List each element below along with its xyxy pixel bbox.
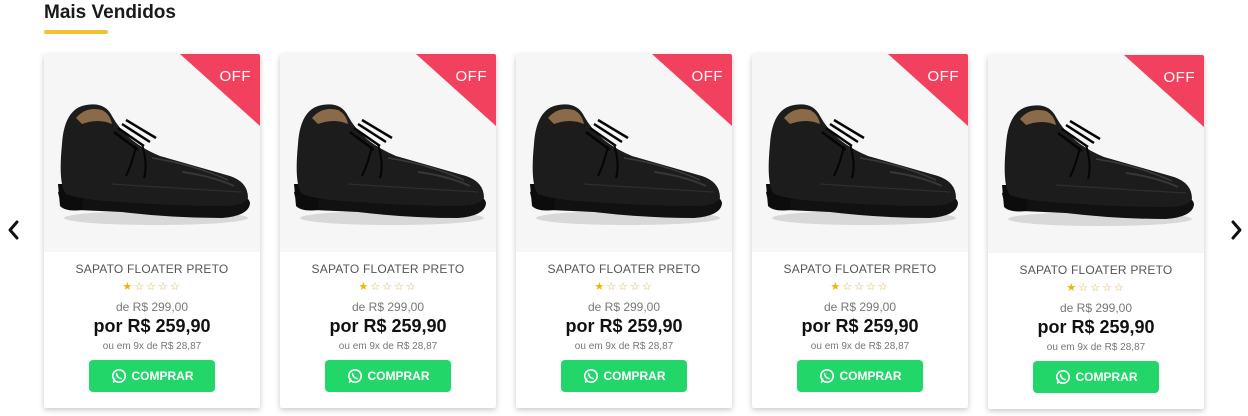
buy-button-label: COMPRAR	[839, 369, 902, 383]
old-price: de R$ 299,00	[823, 300, 897, 314]
current-price: por R$ 259,90	[565, 316, 683, 336]
carousel-next-button[interactable]	[1224, 216, 1248, 244]
star-empty-icon: ☆	[134, 281, 147, 293]
current-price: por R$ 259,90	[801, 316, 919, 336]
star-empty-icon: ☆	[1078, 282, 1091, 294]
whatsapp-icon	[819, 369, 834, 383]
ribbon-shape	[180, 54, 260, 126]
ribbon-shape	[888, 54, 968, 126]
star-filled-icon: ★	[830, 281, 843, 293]
off-badge: OFF	[416, 54, 496, 126]
buy-button[interactable]: COMPRAR	[797, 360, 923, 392]
star-empty-icon: ☆	[382, 281, 394, 293]
ribbon-shape	[652, 54, 732, 126]
off-badge: OFF	[652, 54, 732, 126]
product-image[interactable]: OFF	[752, 54, 968, 252]
product-image[interactable]: OFF	[44, 54, 260, 252]
rating-stars: ★☆☆☆☆	[516, 280, 732, 293]
product-name[interactable]: SAPATO FLOATER PRETO	[752, 262, 968, 276]
product-image[interactable]: OFF	[280, 54, 496, 252]
whatsapp-icon	[111, 369, 126, 383]
installments: ou em 9x de R$ 28,87	[338, 341, 438, 352]
star-filled-icon: ★	[358, 281, 371, 293]
star-empty-icon: ☆	[842, 281, 855, 293]
old-price: de R$ 299,00	[351, 300, 425, 314]
title-underline	[44, 30, 108, 34]
buy-button-label: COMPRAR	[367, 369, 430, 383]
off-badge: OFF	[1124, 55, 1204, 127]
product-card[interactable]: OFF SAPATO FLOATER PRETO ★☆☆☆☆ de R$ 299…	[988, 55, 1204, 409]
off-badge-label: OFF	[1163, 69, 1195, 86]
chevron-left-icon	[8, 220, 19, 240]
star-filled-icon: ★	[594, 281, 607, 293]
off-badge-label: OFF	[219, 68, 251, 85]
current-price: por R$ 259,90	[1037, 317, 1155, 337]
current-price: por R$ 259,90	[329, 316, 447, 336]
star-empty-icon: ☆	[1101, 282, 1114, 294]
star-empty-icon: ☆	[877, 281, 890, 293]
off-badge-label: OFF	[927, 68, 959, 85]
whatsapp-icon	[1055, 370, 1070, 384]
star-empty-icon: ☆	[618, 281, 630, 293]
buy-button[interactable]: COMPRAR	[325, 360, 451, 392]
star-empty-icon: ☆	[1090, 282, 1102, 294]
buy-button[interactable]: COMPRAR	[89, 360, 215, 392]
off-badge: OFF	[180, 54, 260, 126]
section-title: Mais Vendidos	[44, 2, 176, 23]
product-name[interactable]: SAPATO FLOATER PRETO	[516, 262, 732, 276]
product-card[interactable]: OFF SAPATO FLOATER PRETO ★☆☆☆☆ de R$ 299…	[280, 54, 496, 408]
product-image[interactable]: OFF	[988, 55, 1204, 253]
product-name[interactable]: SAPATO FLOATER PRETO	[280, 262, 496, 276]
installments: ou em 9x de R$ 28,87	[102, 341, 202, 352]
product-name[interactable]: SAPATO FLOATER PRETO	[44, 262, 260, 276]
star-empty-icon: ☆	[854, 281, 866, 293]
rating-stars: ★☆☆☆☆	[752, 280, 968, 293]
star-empty-icon: ☆	[629, 281, 642, 293]
buy-button[interactable]: COMPRAR	[561, 360, 687, 392]
product-card[interactable]: OFF SAPATO FLOATER PRETO ★☆☆☆☆ de R$ 299…	[44, 54, 260, 408]
whatsapp-icon	[583, 369, 598, 383]
star-empty-icon: ☆	[146, 281, 158, 293]
current-price: por R$ 259,90	[93, 316, 211, 336]
old-price: de R$ 299,00	[587, 300, 661, 314]
star-empty-icon: ☆	[393, 281, 406, 293]
off-badge-label: OFF	[455, 68, 487, 85]
installments: ou em 9x de R$ 28,87	[810, 341, 910, 352]
star-filled-icon: ★	[1066, 282, 1079, 294]
star-filled-icon: ★	[122, 281, 135, 293]
rating-stars: ★☆☆☆☆	[988, 281, 1204, 294]
product-card[interactable]: OFF SAPATO FLOATER PRETO ★☆☆☆☆ de R$ 299…	[752, 54, 968, 408]
star-empty-icon: ☆	[1113, 282, 1126, 294]
rating-stars: ★☆☆☆☆	[44, 280, 260, 293]
buy-button-label: COMPRAR	[131, 369, 194, 383]
star-empty-icon: ☆	[641, 281, 654, 293]
old-price: de R$ 299,00	[1059, 301, 1133, 315]
ribbon-shape	[1124, 55, 1204, 127]
installments: ou em 9x de R$ 28,87	[574, 341, 674, 352]
star-empty-icon: ☆	[157, 281, 170, 293]
old-price: de R$ 299,00	[115, 300, 189, 314]
buy-button-label: COMPRAR	[603, 369, 666, 383]
star-empty-icon: ☆	[405, 281, 418, 293]
star-empty-icon: ☆	[606, 281, 619, 293]
rating-stars: ★☆☆☆☆	[280, 280, 496, 293]
star-empty-icon: ☆	[169, 281, 182, 293]
product-image[interactable]: OFF	[516, 54, 732, 252]
star-empty-icon: ☆	[370, 281, 383, 293]
buy-button-label: COMPRAR	[1075, 370, 1138, 384]
buy-button[interactable]: COMPRAR	[1033, 361, 1159, 393]
installments: ou em 9x de R$ 28,87	[1046, 342, 1146, 353]
off-badge-label: OFF	[691, 68, 723, 85]
product-name[interactable]: SAPATO FLOATER PRETO	[988, 263, 1204, 277]
chevron-right-icon	[1231, 220, 1242, 240]
off-badge: OFF	[888, 54, 968, 126]
star-empty-icon: ☆	[865, 281, 878, 293]
whatsapp-icon	[347, 369, 362, 383]
carousel-prev-button[interactable]	[0, 216, 26, 244]
product-card[interactable]: OFF SAPATO FLOATER PRETO ★☆☆☆☆ de R$ 299…	[516, 54, 732, 408]
ribbon-shape	[416, 54, 496, 126]
